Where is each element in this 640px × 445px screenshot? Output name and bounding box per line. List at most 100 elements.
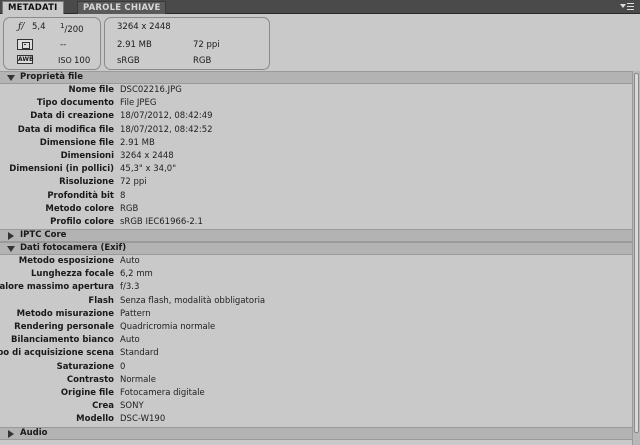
metadata-value: 6,2 mm xyxy=(120,269,153,280)
vertical-scrollbar[interactable] xyxy=(632,71,640,445)
metadata-value: 72 ppi xyxy=(120,177,147,188)
metadata-row: Profilo colore sRGB IEC61966-2.1 xyxy=(0,216,632,229)
scrollbar-thumb[interactable] xyxy=(634,73,639,433)
metadata-key: Metodo colore xyxy=(45,203,114,214)
metadata-row: Data di modifica file 18/07/2012, 08:42:5… xyxy=(0,124,632,137)
metadata-value: SONY xyxy=(120,401,144,412)
metadata-value: f/3.3 xyxy=(120,282,140,293)
metadata-row: Tipo documento File JPEG xyxy=(0,97,632,110)
image-file-size: 2.91 MB xyxy=(117,40,152,50)
collapsed-triangle-icon xyxy=(8,429,14,438)
metadata-row: Dimensione file 2.91 MB xyxy=(0,137,632,150)
metadata-row: Lunghezza focale 6,2 mm xyxy=(0,268,632,281)
metadata-key: Flash xyxy=(88,295,114,306)
metadata-value: 18/07/2012, 08:42:52 xyxy=(120,124,213,135)
metadata-value: 2.91 MB xyxy=(120,137,155,148)
metadata-value: File JPEG xyxy=(120,98,157,109)
metadata-row: Tipo di acquisizione scena Standard xyxy=(0,347,632,360)
metadata-key: Metodo esposizione xyxy=(18,256,114,267)
metadata-row: Metodo esposizione Auto xyxy=(0,255,632,268)
metadata-value: Senza flash, modalità obbligatoria xyxy=(120,295,266,306)
iso-value: 100 xyxy=(74,56,91,66)
tab-metadata[interactable]: METADATI xyxy=(2,1,64,14)
metadata-row: Profondità bit 8 xyxy=(0,190,632,203)
metadata-row: Data di creazione 18/07/2012, 08:42:49 xyxy=(0,110,632,123)
metadata-value: Auto xyxy=(120,335,140,346)
image-color-profile: sRGB xyxy=(117,56,140,66)
metadata-row: Risoluzione 72 ppi xyxy=(0,176,632,189)
metadata-key: Dimensioni (in pollici) xyxy=(9,164,114,175)
metadata-key: Data di creazione xyxy=(30,111,114,122)
metadata-value: 18/07/2012, 08:42:49 xyxy=(120,111,213,122)
tab-keywords[interactable]: PAROLE CHIAVE xyxy=(77,1,167,14)
metadata-value: 45,3" x 34,0" xyxy=(120,164,177,175)
metadata-row: Saturazione 0 xyxy=(0,361,632,374)
metadata-key: Origine file xyxy=(60,387,114,398)
white-balance-icon: AWB xyxy=(17,55,34,64)
metadata-value: 0 xyxy=(120,361,126,372)
expanded-triangle-icon xyxy=(7,75,15,81)
image-color-mode: RGB xyxy=(193,56,212,66)
metadata-row: Metodo colore RGB xyxy=(0,203,632,216)
image-resolution: 72 ppi xyxy=(193,40,220,50)
section-header-audio[interactable]: Audio xyxy=(0,426,632,440)
metadata-row: Dimensioni (in pollici) 45,3" x 34,0" xyxy=(0,163,632,176)
metadata-key: Profondità bit xyxy=(47,190,114,201)
metadata-row: Contrasto Normale xyxy=(0,374,632,387)
section-header-exif[interactable]: Dati fotocamera (Exif) xyxy=(0,242,632,256)
metadata-list: Proprietà file Nome file DSC02216.JPG Tipo… xyxy=(0,71,632,445)
metadata-key: Data di modifica file xyxy=(17,124,114,135)
metadata-key: Risoluzione xyxy=(59,177,114,188)
collapsed-triangle-icon xyxy=(8,232,14,241)
metadata-key: Lunghezza focale xyxy=(31,269,114,280)
metering-icon xyxy=(17,39,33,50)
shutter-value: 1/200 xyxy=(60,22,84,35)
metadata-value: 3264 x 2448 xyxy=(120,150,174,161)
metadata-row: Metodo misurazione Pattern xyxy=(0,308,632,321)
metadata-key: Dimensioni xyxy=(60,150,114,161)
metadata-key: Contrasto xyxy=(66,374,114,385)
exif-rows: Metodo esposizione Auto Lunghezza focale 6,… xyxy=(0,255,632,426)
metadata-row: Flash Senza flash, modalità obbligatoria xyxy=(0,295,632,308)
metadata-key: Tipo di acquisizione scena xyxy=(0,348,114,359)
metadata-value: Standard xyxy=(120,348,159,359)
metering-value: -- xyxy=(60,40,67,50)
metadata-value: Fotocamera digitale xyxy=(120,387,205,398)
metadata-row: Nome file DSC02216.JPG xyxy=(0,84,632,97)
metadata-key: Bilanciamento bianco xyxy=(11,335,114,346)
metadata-key: Tipo documento xyxy=(36,98,114,109)
metadata-value: DSC02216.JPG xyxy=(120,85,182,95)
metadata-key: Saturazione xyxy=(56,361,114,372)
metadata-value: Normale xyxy=(120,374,156,385)
metadata-key: Modello xyxy=(76,414,114,425)
metadata-key: Rendering personale xyxy=(14,322,114,332)
aperture-icon: ƒ/ xyxy=(18,22,25,32)
metadata-row: Rendering personale Quadricromia normale xyxy=(0,321,632,334)
expanded-triangle-icon xyxy=(7,246,15,253)
metadata-row: Bilanciamento bianco Auto xyxy=(0,334,632,347)
metadata-key: Profilo colore xyxy=(50,216,114,227)
image-info-box: 3264 x 2448 2.91 MB 72 ppi sRGB RGB xyxy=(104,17,270,70)
metadata-value: Quadricromia normale xyxy=(120,322,216,332)
panel-tab-bar: METADATI PAROLE CHIAVE xyxy=(0,0,640,14)
metadata-value: sRGB IEC61966-2.1 xyxy=(120,216,203,227)
metadata-key: Dimensione file xyxy=(39,137,114,148)
metadata-key: Metodo misurazione xyxy=(16,308,114,319)
section-header-iptc-core[interactable]: IPTC Core xyxy=(0,229,632,243)
aperture-value: 5,4 xyxy=(32,22,46,32)
metadata-value: Pattern xyxy=(120,308,151,319)
metadata-value: DSC-W190 xyxy=(120,414,166,425)
camera-info-area: ƒ/ 5,4 1/200 -- AWB ISO 100 3264 x 2448 … xyxy=(0,14,640,71)
metadata-value: 8 xyxy=(120,190,126,201)
metadata-row: Dimensioni 3264 x 2448 xyxy=(0,150,632,163)
iso-label: ISO xyxy=(58,56,72,65)
metadata-key: Crea xyxy=(92,401,114,412)
panel-menu-icon[interactable] xyxy=(620,2,634,12)
camera-settings-box: ƒ/ 5,4 1/200 -- AWB ISO 100 xyxy=(3,17,101,70)
metadata-row: Modello DSC-W190 xyxy=(0,413,632,426)
metadata-row: Crea SONY xyxy=(0,400,632,413)
image-dimensions: 3264 x 2448 xyxy=(117,22,171,32)
metadata-key: Valore massimo apertura xyxy=(0,282,114,293)
section-header-file-properties[interactable]: Proprietà file xyxy=(0,71,632,84)
metadata-value: Auto xyxy=(120,256,140,267)
